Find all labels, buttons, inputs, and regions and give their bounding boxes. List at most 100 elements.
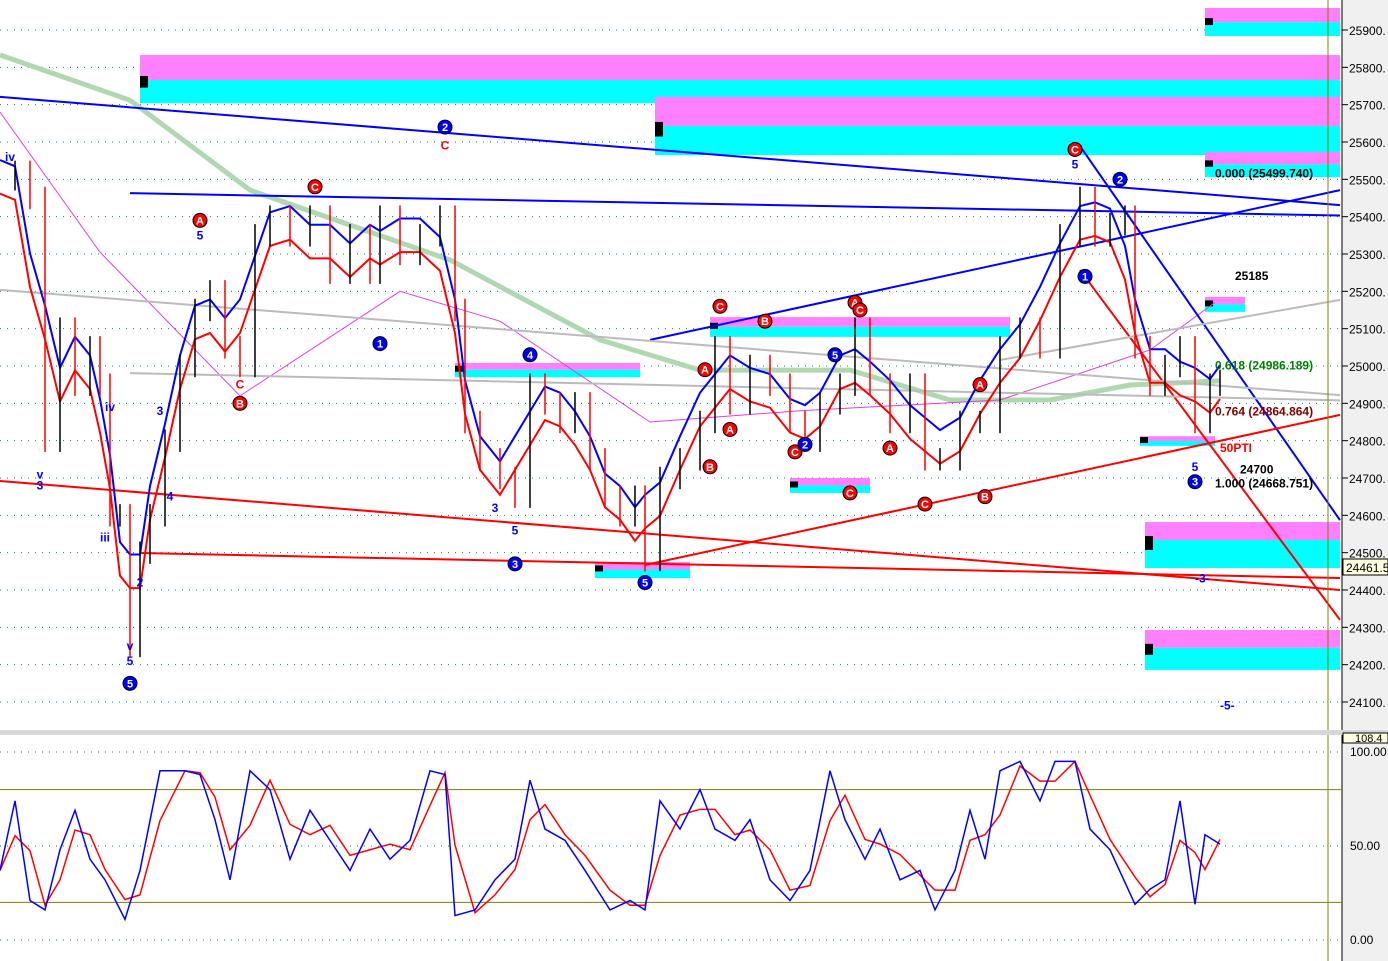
- wave-label: 5: [832, 350, 838, 362]
- wave-label: 5: [512, 523, 519, 537]
- wave-label: 5: [1192, 460, 1199, 474]
- wave-label: 2: [137, 576, 144, 590]
- fib-annotation: 50PTI: [1220, 441, 1252, 455]
- zone-marker: [1205, 160, 1213, 167]
- wave-label: 3: [512, 559, 518, 571]
- zone-upper: [1145, 522, 1340, 540]
- fib-annotation: 0.764 (24864.864): [1215, 404, 1313, 418]
- fib-annotation: 25185: [1235, 269, 1269, 283]
- price-tick-label: 24800.: [1349, 435, 1386, 449]
- wave-label: B: [706, 462, 714, 474]
- wave-label: C: [236, 378, 245, 392]
- wave-label: B: [761, 316, 769, 328]
- wave-label: 5: [642, 578, 648, 590]
- zone-marker: [595, 565, 603, 572]
- wave-label: 2: [802, 439, 808, 451]
- wave-label: 3: [37, 478, 44, 492]
- price-tick-label: 24400.: [1349, 584, 1386, 598]
- zone-lower: [1145, 539, 1340, 568]
- zone-lower: [455, 369, 640, 378]
- price-tick-label: 25400.: [1349, 211, 1386, 225]
- price-tick-label: 25300.: [1349, 248, 1386, 262]
- zone-lower: [790, 485, 870, 493]
- zone-upper: [790, 477, 870, 486]
- wave-label: 2: [1117, 174, 1123, 186]
- trading-chart[interactable]: ivv3iiiivv55234A5CBC12C35345CBABAC2C5ACA…: [0, 0, 1388, 961]
- zone-lower: [655, 125, 1340, 156]
- price-series: [0, 159, 1221, 658]
- svg-text:24461.5: 24461.5: [1346, 561, 1388, 575]
- price-tick-label: 25800.: [1349, 61, 1386, 75]
- price-tick-label: 25700.: [1349, 99, 1386, 113]
- wave-label: C: [846, 488, 854, 500]
- wave-label: C: [716, 301, 724, 313]
- price-tick-label: 25100.: [1349, 323, 1386, 337]
- zones: [140, 7, 1340, 670]
- wave-label: C: [311, 182, 319, 194]
- wave-label: B: [236, 398, 244, 410]
- price-tick-label: 24600.: [1349, 509, 1386, 523]
- wave-label: C: [441, 139, 450, 153]
- osc-tick-0: 0.00: [1350, 933, 1374, 947]
- fib-annotation: -5-: [1220, 698, 1235, 712]
- wave-label: A: [726, 424, 734, 436]
- zone-upper: [710, 317, 1010, 327]
- fib-annotation: 0.000 (25499.740): [1215, 166, 1313, 180]
- osc-top-tag: 108.4: [1342, 732, 1388, 745]
- wave-label: C: [1071, 144, 1079, 156]
- trendline: [999, 298, 1341, 362]
- wave-label: v: [127, 639, 134, 653]
- price-tick-label: 25000.: [1349, 360, 1386, 374]
- wave-label: iv: [5, 150, 15, 164]
- osc-tick-100: 100.00: [1350, 745, 1387, 759]
- wave-label: iii: [100, 531, 110, 545]
- fib-annotation: -3-: [1195, 572, 1210, 586]
- wave-label: 3: [1192, 477, 1198, 489]
- zone-upper: [1205, 152, 1340, 165]
- wave-label: A: [976, 380, 984, 392]
- wave-label: A: [196, 215, 204, 227]
- wave-label: C: [921, 499, 929, 511]
- wave-label: A: [701, 365, 709, 377]
- zone-upper: [1205, 7, 1340, 23]
- wave-label: 5: [127, 654, 134, 668]
- price-tick-label: 25500.: [1349, 173, 1386, 187]
- zone-lower: [1145, 647, 1340, 670]
- zone-marker: [790, 481, 798, 488]
- price-tick-label: 24700.: [1349, 472, 1386, 486]
- trendline: [0, 288, 1341, 397]
- zone-marker: [1205, 18, 1213, 26]
- zone-upper: [655, 96, 1340, 126]
- zone-marker: [1145, 535, 1153, 550]
- price-tick-label: 24200.: [1349, 659, 1386, 673]
- pane-splitter[interactable]: [0, 730, 1388, 735]
- osc-slow-line: [0, 760, 1221, 915]
- price-tick-label: 24300.: [1349, 621, 1386, 635]
- wave-label: 4: [167, 490, 174, 504]
- wave-label: 4: [527, 350, 534, 362]
- zone-marker: [1140, 437, 1148, 444]
- wave-label: B: [981, 492, 989, 504]
- wave-label: 1: [377, 339, 383, 351]
- wave-label: 5: [197, 228, 204, 242]
- wave-labels: ivv3iiiivv55234A5CBC12C35345CBABAC2C5ACA…: [5, 119, 1203, 691]
- wave-label: C: [856, 305, 864, 317]
- price-tick-label: 24100.: [1349, 696, 1386, 710]
- wave-label: 1: [1082, 271, 1088, 283]
- svg-text:108.4: 108.4: [1355, 733, 1383, 745]
- zone-marker: [1145, 643, 1153, 655]
- zone-lower: [710, 326, 1010, 337]
- price-tick-label: 25600.: [1349, 136, 1386, 150]
- fib-annotation: 0.618 (24986.189): [1215, 359, 1313, 373]
- wave-label: iv: [105, 400, 115, 414]
- fib-annotation: 24700: [1240, 463, 1274, 477]
- wave-label: C: [791, 447, 799, 459]
- zone-upper: [455, 363, 640, 370]
- zone-marker: [140, 76, 148, 88]
- zone-upper: [140, 55, 1340, 81]
- wave-label: 2: [442, 122, 448, 134]
- current-price-tag: 24461.5: [1342, 558, 1388, 576]
- osc-tick-50: 50.00: [1350, 839, 1380, 853]
- osc-fast-line: [0, 760, 1221, 922]
- oscillator-pane: [0, 751, 1342, 941]
